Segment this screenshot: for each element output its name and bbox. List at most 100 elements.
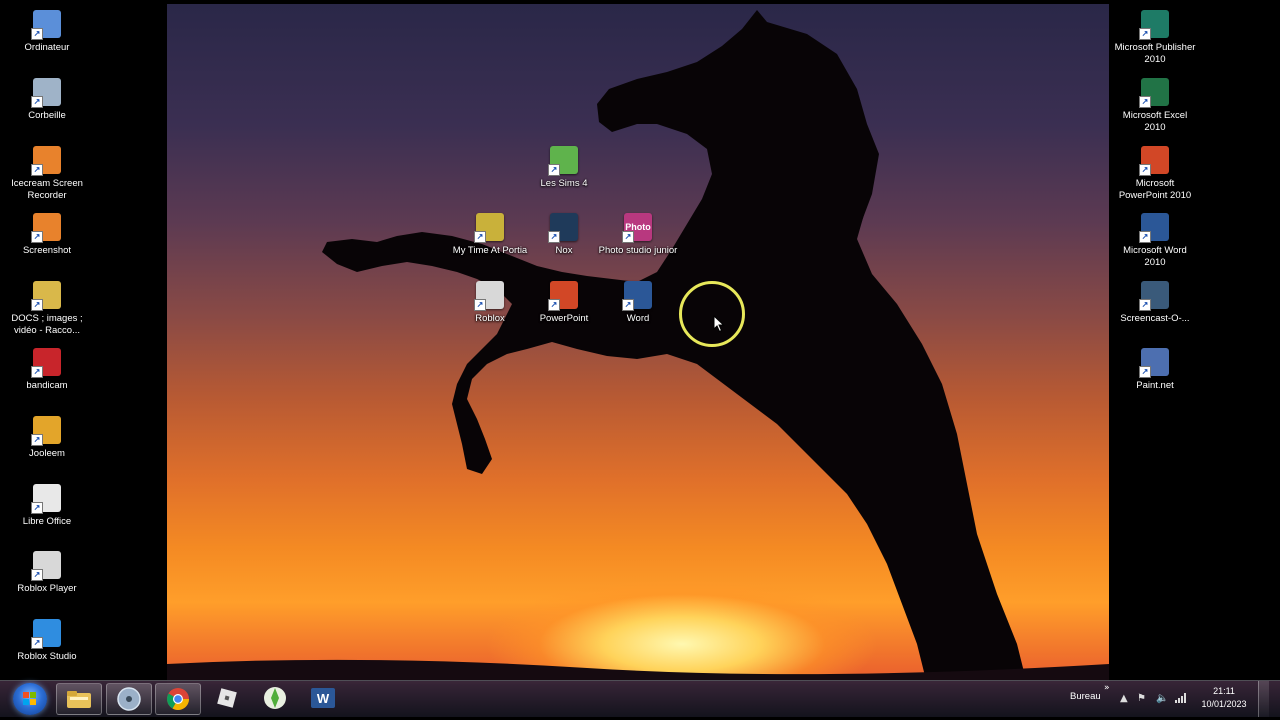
word-icon: W (311, 688, 335, 708)
toolbar-chevron-icon[interactable]: » (1104, 683, 1110, 693)
desktop-shortcut-label: Ordinateur (24, 42, 70, 53)
desktop-shortcut[interactable]: ↗ Microsoft Word 2010 (1113, 213, 1197, 268)
desktop-shortcut-label: Libre Office (22, 516, 72, 527)
shortcut-arrow-icon: ↗ (31, 434, 43, 446)
sims-icon: ↗ (548, 146, 578, 176)
desktop-shortcut[interactable]: Photo ↗ Photo studio junior (596, 213, 680, 257)
desktop-shortcut-label: Corbeille (28, 110, 66, 121)
desktop-shortcut-label: Jooleem (29, 448, 65, 459)
shortcut-arrow-icon: ↗ (622, 299, 634, 311)
bandicam-icon: ↗ (31, 348, 61, 378)
desktop-shortcut-label: Roblox Studio (17, 651, 77, 662)
desktop-shortcut-label: Screenshot (22, 245, 72, 256)
taskbar-media-player-button[interactable] (106, 683, 152, 715)
desktop-shortcut-label: DOCS ; images ; vidéo - Racco... (11, 313, 83, 336)
shortcut-arrow-icon: ↗ (474, 299, 486, 311)
system-clock[interactable]: 21:11 10/01/2023 (1196, 685, 1252, 711)
tray-volume-icon[interactable]: 🔈 (1156, 693, 1168, 704)
screenshot-icon: ↗ (31, 213, 61, 243)
taskbar-chrome-button[interactable] (155, 683, 201, 715)
chrome-icon (167, 688, 189, 710)
desktop-shortcut[interactable]: ↗ Screenshot (5, 213, 89, 257)
desktop-shortcut[interactable]: ↗ Roblox (448, 281, 532, 325)
desktop-shortcut[interactable]: ↗ Roblox Studio (5, 619, 89, 663)
tray-expand-arrow-icon[interactable]: ▲ (1120, 693, 1128, 704)
desktop-shortcut[interactable]: ↗ Les Sims 4 (522, 146, 606, 190)
desktop-shortcut-label: Microsoft Publisher 2010 (1114, 42, 1196, 65)
shortcut-arrow-icon: ↗ (31, 299, 43, 311)
desktop-shortcut[interactable]: ↗ Microsoft PowerPoint 2010 (1113, 146, 1197, 201)
desktop-shortcut[interactable]: ↗ PowerPoint (522, 281, 606, 325)
tray-network-icon[interactable] (1175, 693, 1187, 703)
shortcut-arrow-icon: ↗ (1139, 164, 1151, 176)
desktop-wallpaper (167, 4, 1109, 684)
desktop-toolbar-label[interactable]: Bureau (1070, 691, 1101, 702)
desktop-shortcut[interactable]: ↗ Word (596, 281, 680, 325)
shortcut-arrow-icon: ↗ (31, 637, 43, 649)
start-button[interactable] (13, 683, 47, 715)
desktop-shortcut[interactable]: ↗ bandicam (5, 348, 89, 392)
desktop-shortcut[interactable]: ↗ DOCS ; images ; vidéo - Racco... (5, 281, 89, 336)
screencast-icon: ↗ (1139, 281, 1169, 311)
desktop-shortcut[interactable]: ↗ Ordinateur (5, 10, 89, 54)
mouse-pointer-icon (713, 315, 725, 333)
desktop-shortcut[interactable]: ↗ Screencast-O-... (1113, 281, 1197, 325)
desktop-shortcut-label: bandicam (26, 380, 68, 391)
desktop-shortcut[interactable]: ↗ Roblox Player (5, 551, 89, 595)
desktop-shortcut[interactable]: ↗ Microsoft Excel 2010 (1113, 78, 1197, 133)
desktop-shortcut-label: PowerPoint (539, 313, 589, 324)
shortcut-arrow-icon: ↗ (31, 96, 43, 108)
desktop-shortcut[interactable]: ↗ Paint.net (1113, 348, 1197, 392)
publisher-icon: ↗ (1139, 10, 1169, 40)
desktop-shortcut-label: My Time At Portia (452, 245, 528, 256)
taskbar-roblox-button[interactable] (205, 683, 249, 713)
icecream-recorder-icon: ↗ (31, 146, 61, 176)
show-desktop-button[interactable] (1258, 681, 1269, 717)
cursor-highlight-ring (679, 281, 745, 347)
desktop-shortcut-label: Icecream Screen Recorder (11, 178, 83, 201)
desktop-shortcut-label: Screencast-O-... (1120, 313, 1190, 324)
shortcut-arrow-icon: ↗ (31, 231, 43, 243)
desktop-shortcut-label: Word (626, 313, 650, 324)
windows-logo-icon (23, 692, 36, 705)
sims-icon (264, 687, 286, 709)
recycle-bin-icon: ↗ (31, 78, 61, 108)
folder-icon: ↗ (31, 281, 61, 311)
desktop-shortcut[interactable]: ↗ Jooleem (5, 416, 89, 460)
taskbar-word-button[interactable]: W (301, 683, 345, 713)
desktop-shortcut[interactable]: ↗ Libre Office (5, 484, 89, 528)
roblox-studio-icon: ↗ (31, 619, 61, 649)
clock-date: 10/01/2023 (1201, 699, 1247, 709)
photo-studio-icon: Photo ↗ (622, 213, 652, 243)
desktop-shortcut-label: Roblox Player (17, 583, 77, 594)
desktop-shortcut[interactable]: ↗ My Time At Portia (448, 213, 532, 257)
desktop-shortcut-label: Nox (555, 245, 573, 256)
roblox-icon (217, 688, 237, 708)
media-player-icon (117, 687, 141, 711)
taskbar-explorer-button[interactable] (56, 683, 102, 715)
taskbar-sims-button[interactable] (253, 683, 297, 713)
paintnet-icon: ↗ (1139, 348, 1169, 378)
desktop-shortcut[interactable]: ↗ Microsoft Publisher 2010 (1113, 10, 1197, 65)
desktop-shortcut[interactable]: ↗ Corbeille (5, 78, 89, 122)
shortcut-arrow-icon: ↗ (1139, 96, 1151, 108)
desktop-shortcut[interactable]: ↗ Icecream Screen Recorder (5, 146, 89, 201)
powerpoint-icon: ↗ (1139, 146, 1169, 176)
desktop-shortcut[interactable]: ↗ Nox (522, 213, 606, 257)
libreoffice-icon: ↗ (31, 484, 61, 514)
clock-time: 21:11 (1213, 686, 1235, 696)
horse-silhouette-image (167, 10, 1109, 684)
shortcut-arrow-icon: ↗ (622, 231, 634, 243)
folder-icon (67, 691, 91, 708)
word-icon: ↗ (1139, 213, 1169, 243)
portia-icon: ↗ (474, 213, 504, 243)
nox-icon: ↗ (548, 213, 578, 243)
word-icon: ↗ (622, 281, 652, 311)
tray-action-center-icon[interactable]: ⚑ (1137, 693, 1146, 704)
shortcut-arrow-icon: ↗ (31, 569, 43, 581)
computer-icon: ↗ (31, 10, 61, 40)
shortcut-arrow-icon: ↗ (548, 299, 560, 311)
desktop-shortcut-label: Microsoft Word 2010 (1123, 245, 1187, 268)
shortcut-arrow-icon: ↗ (474, 231, 486, 243)
svg-text:W: W (317, 691, 330, 706)
